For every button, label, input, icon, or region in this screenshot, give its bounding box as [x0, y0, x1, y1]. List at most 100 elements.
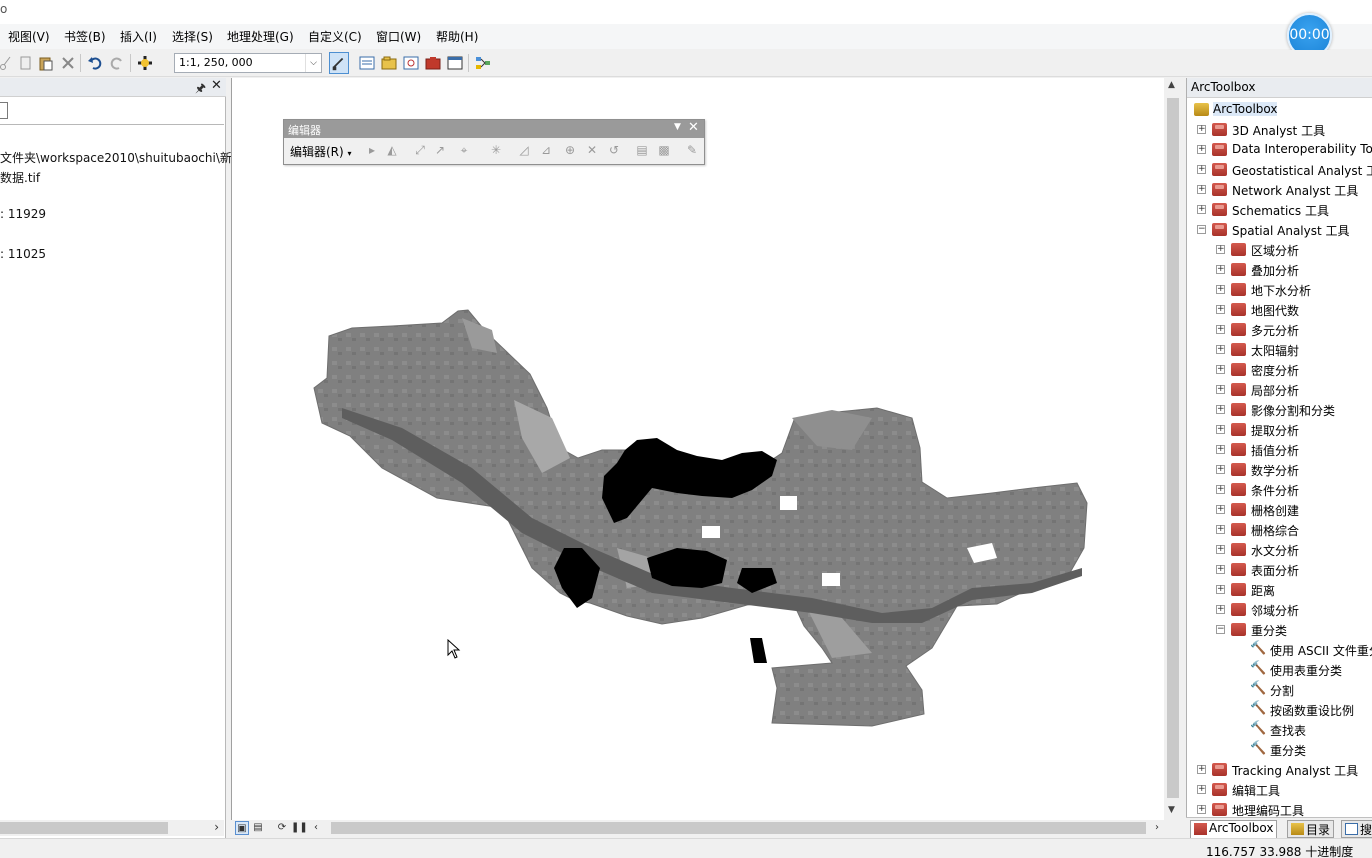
reshape-icon[interactable]: ⊿ — [538, 142, 554, 158]
scroll-right-icon[interactable]: › — [1150, 821, 1164, 835]
menu-bookmarks[interactable]: 书签(B) — [64, 28, 106, 45]
left-panel-selector[interactable] — [0, 102, 8, 119]
scroll-thumb[interactable] — [0, 822, 168, 834]
expand-plus-icon[interactable]: + — [1216, 365, 1225, 374]
split-icon[interactable]: ✕ — [584, 142, 600, 158]
attributes-icon[interactable]: ▤ — [634, 142, 650, 158]
pause-icon[interactable]: ❚❚ — [291, 821, 308, 835]
search-window-icon[interactable] — [403, 55, 419, 71]
menu-customize[interactable]: 自定义(C) — [308, 28, 362, 45]
toolset-item[interactable]: + 密度分析 — [1187, 360, 1372, 380]
toolbox-item[interactable]: + Schematics 工具 — [1187, 200, 1372, 220]
expand-plus-icon[interactable]: + — [1216, 605, 1225, 614]
toolset-item[interactable]: + 地图代数 — [1187, 300, 1372, 320]
menu-windows[interactable]: 窗口(W) — [376, 28, 421, 45]
scroll-up-icon[interactable]: ▲ — [1168, 80, 1175, 90]
expand-plus-icon[interactable]: + — [1216, 585, 1225, 594]
toolset-item[interactable]: + 太阳辐射 — [1187, 340, 1372, 360]
tab-search[interactable]: 搜索 — [1341, 820, 1372, 838]
construction-tools-icon[interactable]: ⌖ — [456, 142, 472, 158]
paste-icon[interactable] — [38, 55, 54, 71]
expand-plus-icon[interactable]: + — [1197, 785, 1206, 794]
scroll-thumb[interactable] — [1167, 98, 1179, 798]
toolset-item[interactable]: + 数学分析 — [1187, 460, 1372, 480]
edit-annotation-icon[interactable]: ◭ — [384, 142, 400, 158]
scroll-thumb[interactable] — [331, 822, 1146, 834]
expand-plus-icon[interactable]: + — [1216, 305, 1225, 314]
toolset-item[interactable]: + 距离 — [1187, 580, 1372, 600]
editor-toolbar-titlebar[interactable]: 编辑器 ▼ ✕ — [284, 120, 704, 138]
toolset-item[interactable]: + 提取分析 — [1187, 420, 1372, 440]
expand-plus-icon[interactable]: + — [1216, 465, 1225, 474]
tool-item[interactable]: 🔨 重分类 — [1187, 740, 1372, 760]
straight-segment-icon[interactable]: ⤢ — [412, 142, 428, 158]
map-vertical-scrollbar[interactable]: ▲ ▼ — [1164, 78, 1182, 820]
editor-menu-button[interactable]: 编辑器(R) ▾ — [290, 143, 352, 160]
expand-plus-icon[interactable]: + — [1197, 165, 1206, 174]
editor-toolbar-toggle-icon[interactable] — [329, 52, 349, 74]
edit-vertices-icon[interactable]: ◿ — [516, 142, 532, 158]
expand-plus-icon[interactable]: + — [1197, 205, 1206, 214]
expand-plus-icon[interactable]: + — [1216, 505, 1225, 514]
expand-plus-icon[interactable]: + — [1197, 765, 1206, 774]
toolbox-item[interactable]: + Data Interoperability Tools — [1187, 140, 1372, 160]
expand-plus-icon[interactable]: + — [1216, 265, 1225, 274]
expand-plus-icon[interactable]: + — [1216, 385, 1225, 394]
midpoint-icon[interactable]: ✳ — [488, 142, 504, 158]
expand-plus-icon[interactable]: + — [1216, 565, 1225, 574]
undo-icon[interactable] — [87, 55, 103, 71]
toolset-item-expanded[interactable]: − 重分类 — [1187, 620, 1372, 640]
tool-item[interactable]: 🔨 按函数重设比例 — [1187, 700, 1372, 720]
expand-plus-icon[interactable]: + — [1197, 125, 1206, 134]
toolbox-item[interactable]: + 编辑工具 — [1187, 780, 1372, 800]
arctoolbox-window-icon[interactable] — [425, 55, 441, 71]
tree-root[interactable]: ArcToolbox — [1187, 100, 1372, 120]
tab-catalog[interactable]: 目录 — [1287, 820, 1335, 838]
toolset-item[interactable]: + 叠加分析 — [1187, 260, 1372, 280]
pin-icon[interactable]: 🖈 — [195, 79, 206, 100]
expand-plus-icon[interactable]: + — [1216, 485, 1225, 494]
menu-view[interactable]: 视图(V) — [8, 28, 50, 45]
menu-selection[interactable]: 选择(S) — [172, 28, 213, 45]
edit-tool-icon[interactable]: ▸ — [364, 142, 380, 158]
toolbox-item[interactable]: + 3D Analyst 工具 — [1187, 120, 1372, 140]
close-icon[interactable]: ✕ — [211, 78, 222, 93]
toolbox-item[interactable]: + Tracking Analyst 工具 — [1187, 760, 1372, 780]
expand-plus-icon[interactable]: + — [1216, 445, 1225, 454]
cut-polygons-icon[interactable]: ⊕ — [562, 142, 578, 158]
map-scale-combobox[interactable]: 1:1, 250, 000 ⌵ — [174, 53, 322, 73]
toolset-item[interactable]: + 邻域分析 — [1187, 600, 1372, 620]
tool-item[interactable]: 🔨使用 ASCII 文件重分类 — [1187, 640, 1372, 660]
arc-segment-icon[interactable]: ↗ — [432, 142, 448, 158]
tab-arctoolbox[interactable]: ArcToolbox — [1190, 820, 1278, 838]
expand-plus-icon[interactable]: + — [1216, 525, 1225, 534]
tool-item[interactable]: 🔨 使用表重分类 — [1187, 660, 1372, 680]
data-view-icon[interactable]: ▣ — [235, 821, 249, 835]
layout-view-icon[interactable]: ▤ — [251, 821, 265, 835]
tool-item[interactable]: 🔨 分割 — [1187, 680, 1372, 700]
scroll-left-icon[interactable]: ‹ — [309, 821, 323, 835]
add-data-icon[interactable] — [137, 55, 153, 71]
catalog-icon[interactable] — [381, 55, 397, 71]
delete-icon[interactable] — [60, 55, 76, 71]
collapse-minus-icon[interactable]: − — [1216, 625, 1225, 634]
redo-icon[interactable] — [109, 55, 125, 71]
toolset-item[interactable]: + 插值分析 — [1187, 440, 1372, 460]
toolbox-item[interactable]: + Network Analyst 工具 — [1187, 180, 1372, 200]
toolset-item[interactable]: + 区域分析 — [1187, 240, 1372, 260]
chevron-down-icon[interactable]: ▼ — [674, 122, 681, 132]
chevron-right-icon[interactable]: › — [214, 820, 219, 834]
menu-insert[interactable]: 插入(I) — [120, 28, 157, 45]
expand-plus-icon[interactable]: + — [1197, 145, 1206, 154]
expand-plus-icon[interactable]: + — [1197, 805, 1206, 814]
toolset-item[interactable]: + 影像分割和分类 — [1187, 400, 1372, 420]
tool-item[interactable]: 🔨 查找表 — [1187, 720, 1372, 740]
scroll-down-icon[interactable]: ▼ — [1168, 805, 1175, 815]
expand-plus-icon[interactable]: + — [1197, 185, 1206, 194]
toolset-item[interactable]: + 表面分析 — [1187, 560, 1372, 580]
sketch-properties-icon[interactable]: ▩ — [656, 142, 672, 158]
python-window-icon[interactable] — [447, 55, 463, 71]
toolset-item[interactable]: + 栅格综合 — [1187, 520, 1372, 540]
expand-plus-icon[interactable]: + — [1216, 545, 1225, 554]
toolbox-item-expanded[interactable]: − Spatial Analyst 工具 — [1187, 220, 1372, 240]
